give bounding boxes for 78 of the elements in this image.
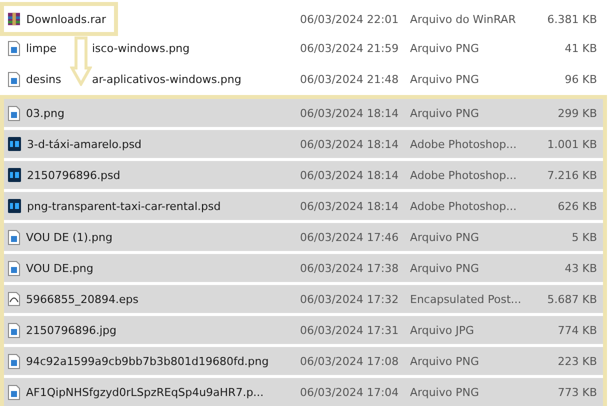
file-name: AF1QipNHSfgzyd0rLSpzREqSp4u9aHR7.p... bbox=[26, 386, 264, 398]
file-size: 299 KB bbox=[556, 106, 597, 120]
image-file-icon bbox=[8, 230, 20, 244]
date-modified: 06/03/2024 21:59 bbox=[300, 42, 400, 55]
file-name: Downloads.rar bbox=[26, 12, 106, 26]
date-modified: 06/03/2024 17:32 bbox=[300, 292, 400, 306]
file-size: 6.381 KB bbox=[546, 12, 597, 26]
down-arrow-icon bbox=[70, 36, 92, 86]
vector-file-icon bbox=[8, 292, 20, 306]
selected-file-row[interactable]: png-transparent-taxi-car-rental.psd 06/03/2024 18:14 Adobe Photoshop... 626 KB bbox=[4, 192, 603, 220]
file-size: 5.687 KB bbox=[546, 292, 597, 306]
file-type: Adobe Photoshop... bbox=[410, 138, 518, 150]
file-size: 5 KB bbox=[570, 230, 597, 244]
file-type: Arquivo PNG bbox=[410, 262, 480, 274]
file-name: 03.png bbox=[26, 106, 64, 120]
file-type: Arquivo PNG bbox=[410, 42, 480, 55]
date-modified: 06/03/2024 22:01 bbox=[300, 12, 400, 26]
selected-file-row[interactable]: 5966855_20894.eps 06/03/2024 17:32 Encapsulated Post... 5.687 KB bbox=[4, 285, 603, 313]
file-type: Arquivo PNG bbox=[410, 230, 480, 244]
file-size: 43 KB bbox=[564, 262, 597, 274]
date-modified: 06/03/2024 18:14 bbox=[300, 138, 400, 150]
file-name: 2150796896.psd bbox=[27, 168, 120, 182]
photoshop-file-icon bbox=[8, 137, 21, 151]
image-file-icon bbox=[8, 260, 20, 276]
selected-file-row[interactable]: 94c92a1599a9cb9bb7b3b801d19680fd.png 06/03/2024 17:08 Arquivo PNG 223 KB bbox=[4, 347, 603, 375]
date-modified: 06/03/2024 18:14 bbox=[300, 200, 400, 212]
file-size: 96 KB bbox=[564, 73, 597, 86]
file-size: 7.216 KB bbox=[546, 168, 597, 182]
selected-file-row[interactable]: 3-d-táxi-amarelo.psd 06/03/2024 18:14 Adobe Photoshop... 1.001 KB bbox=[4, 130, 603, 158]
file-name: VOU DE.png bbox=[26, 262, 94, 274]
file-name-fragment: limpe bbox=[26, 42, 58, 55]
file-name: png-transparent-taxi-car-rental.psd bbox=[27, 200, 221, 212]
file-name: 2150796896.jpg bbox=[26, 324, 117, 336]
image-file-icon bbox=[8, 354, 20, 368]
file-size: 774 KB bbox=[556, 324, 597, 336]
date-modified: 06/03/2024 17:46 bbox=[300, 230, 400, 244]
photoshop-file-icon bbox=[8, 199, 21, 213]
selected-file-row[interactable]: VOU DE (1).png 06/03/2024 17:46 Arquivo PNG 5 KB bbox=[4, 223, 603, 251]
file-size: 41 KB bbox=[564, 42, 597, 55]
file-type: Arquivo PNG bbox=[410, 73, 480, 86]
file-size: 626 KB bbox=[556, 200, 597, 212]
image-file-icon bbox=[8, 72, 20, 87]
file-name: VOU DE (1).png bbox=[26, 230, 112, 244]
selected-file-row[interactable]: 03.png 06/03/2024 18:14 Arquivo PNG 299 KB bbox=[4, 99, 603, 127]
file-name-fragment: desins bbox=[26, 73, 62, 86]
date-modified: 06/03/2024 17:31 bbox=[300, 324, 400, 336]
image-file-icon bbox=[8, 41, 20, 56]
file-type: Adobe Photoshop... bbox=[410, 200, 518, 212]
file-type: Arquivo do WinRAR bbox=[410, 12, 517, 26]
selected-file-row[interactable]: 2150796896.jpg 06/03/2024 17:31 Arquivo JPG 774 KB bbox=[4, 316, 603, 344]
file-name: 5966855_20894.eps bbox=[26, 292, 138, 306]
file-type: Arquivo JPG bbox=[410, 324, 476, 336]
file-type: Arquivo PNG bbox=[410, 386, 480, 398]
selected-file-row[interactable]: 2150796896.psd 06/03/2024 18:14 Adobe Photoshop... 7.216 KB bbox=[4, 161, 603, 189]
archive-icon bbox=[8, 12, 20, 26]
file-name-fragment: ar-aplicativos-windows.png bbox=[92, 73, 242, 86]
image-file-icon bbox=[8, 322, 20, 338]
file-type: Arquivo PNG bbox=[410, 106, 480, 120]
file-type: Encapsulated Post... bbox=[410, 292, 522, 306]
file-size: 773 KB bbox=[556, 386, 597, 398]
file-size: 223 KB bbox=[556, 354, 597, 368]
photoshop-file-icon bbox=[8, 168, 21, 182]
image-file-icon bbox=[8, 384, 20, 400]
file-size: 1.001 KB bbox=[546, 138, 597, 150]
file-type: Adobe Photoshop... bbox=[410, 168, 518, 182]
selected-file-row[interactable]: AF1QipNHSfgzyd0rLSpzREqSp4u9aHR7.p... 06/03/2024 17:04 Arquivo PNG 773 KB bbox=[4, 378, 603, 406]
date-modified: 06/03/2024 21:48 bbox=[300, 73, 400, 86]
file-type: Arquivo PNG bbox=[410, 354, 480, 368]
date-modified: 06/03/2024 17:38 bbox=[300, 262, 400, 274]
image-file-icon bbox=[8, 106, 20, 120]
date-modified: 06/03/2024 17:08 bbox=[300, 354, 400, 368]
file-name: 94c92a1599a9cb9bb7b3b801d19680fd.png bbox=[26, 354, 269, 368]
file-name: 3-d-táxi-amarelo.psd bbox=[27, 138, 142, 150]
selected-file-row[interactable]: VOU DE.png 06/03/2024 17:38 Arquivo PNG 43 KB bbox=[4, 254, 603, 282]
file-name-fragment: isco-windows.png bbox=[92, 42, 190, 55]
date-modified: 06/03/2024 18:14 bbox=[300, 106, 400, 120]
date-modified: 06/03/2024 18:14 bbox=[300, 168, 400, 182]
date-modified: 06/03/2024 17:04 bbox=[300, 386, 400, 398]
